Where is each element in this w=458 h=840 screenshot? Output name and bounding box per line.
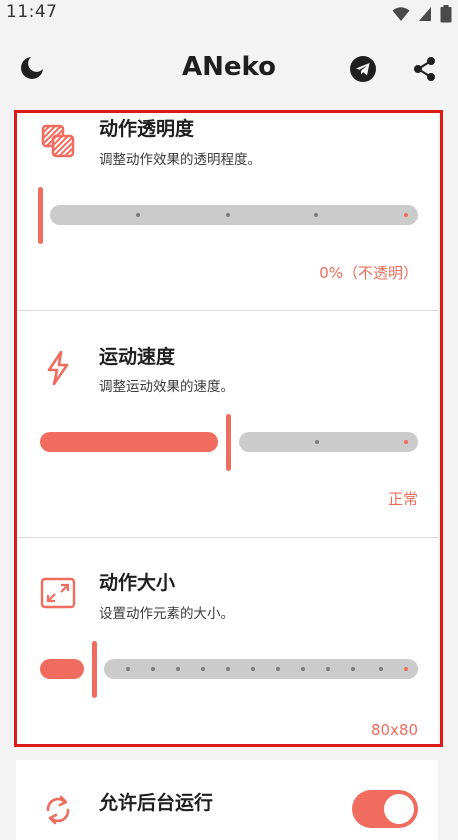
background-run-card: 允许后台运行	[16, 760, 438, 840]
slider-tick	[226, 213, 230, 217]
slider-tick	[315, 440, 319, 444]
slider-fill	[40, 432, 218, 452]
slider-tick	[314, 213, 318, 217]
status-time: 11:47	[6, 2, 58, 22]
battery-icon	[440, 5, 452, 23]
signal-icon	[419, 7, 431, 21]
lightning-icon	[38, 348, 78, 388]
settings-card: 动作透明度 调整动作效果的透明程度。 0%（不透明） 运动速度 调整运动效果的速…	[16, 110, 438, 746]
slider-track	[239, 432, 418, 452]
setting-title: 动作大小	[99, 572, 176, 594]
status-icons	[392, 4, 452, 24]
slider-track	[50, 205, 418, 225]
slider-tick	[201, 667, 205, 671]
slider-tick	[151, 667, 155, 671]
status-bar: 11:47	[0, 0, 458, 28]
setting-description: 调整运动效果的速度。	[99, 379, 234, 395]
slider-tick	[379, 667, 383, 671]
slider-tick	[176, 667, 180, 671]
opacity-slider[interactable]	[38, 187, 418, 244]
background-run-toggle[interactable]	[352, 790, 418, 828]
app-title: ANeko	[182, 52, 276, 82]
setting-title: 允许后台运行	[99, 792, 214, 814]
telegram-icon	[350, 56, 376, 82]
size-slider[interactable]	[38, 641, 418, 698]
slider-thumb[interactable]	[226, 414, 231, 471]
share-icon	[414, 57, 435, 81]
slider-tick	[276, 667, 280, 671]
slider-tick	[404, 440, 408, 444]
slider-tick	[251, 667, 255, 671]
speed-setting: 运动速度 调整运动效果的速度。 正常	[16, 310, 438, 538]
slider-fill	[40, 659, 84, 679]
slider-thumb[interactable]	[38, 187, 43, 244]
size-setting: 动作大小 设置动作元素的大小。 80x80	[16, 537, 438, 746]
slider-tick	[136, 213, 140, 217]
wifi-icon	[392, 7, 410, 21]
slider-tick	[226, 667, 230, 671]
resize-icon	[38, 573, 78, 613]
slider-tick	[301, 667, 305, 671]
setting-description: 设置动作元素的大小。	[99, 606, 234, 622]
slider-tick	[404, 213, 408, 217]
sync-icon	[38, 790, 78, 830]
opacity-icon	[38, 121, 78, 161]
slider-tick	[326, 667, 330, 671]
setting-title: 运动速度	[99, 346, 176, 368]
setting-title: 动作透明度	[99, 118, 195, 140]
setting-value: 0%（不透明）	[319, 264, 418, 282]
app-bar: ANeko	[0, 28, 458, 110]
setting-value: 正常	[387, 490, 418, 508]
share-button[interactable]	[405, 49, 445, 89]
setting-value: 80x80	[370, 721, 418, 739]
slider-tick	[404, 667, 408, 671]
telegram-button[interactable]	[343, 49, 383, 89]
speed-slider[interactable]	[38, 414, 418, 471]
slider-thumb[interactable]	[92, 641, 97, 698]
slider-tick	[351, 667, 355, 671]
setting-description: 调整动作效果的透明程度。	[99, 152, 261, 168]
opacity-setting: 动作透明度 调整动作效果的透明程度。 0%（不透明）	[16, 110, 438, 311]
slider-tick	[126, 667, 130, 671]
